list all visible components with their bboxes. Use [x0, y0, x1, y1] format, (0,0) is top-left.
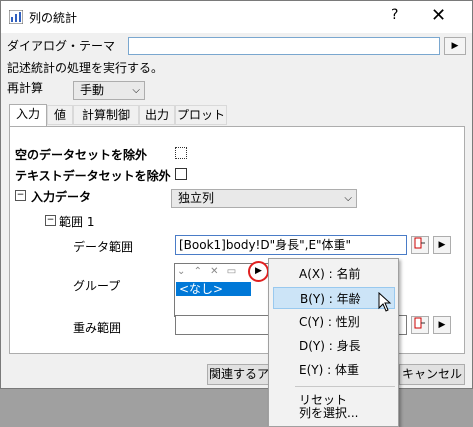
related-button[interactable]: 関連するア — [207, 364, 271, 385]
menu-item-col-c[interactable]: C(Y) : 性別 — [273, 311, 395, 333]
tab-output[interactable]: 出力 — [139, 105, 175, 125]
group-label: グループ — [73, 279, 121, 293]
app-icon — [8, 9, 24, 25]
data-range-menu-button[interactable]: ▶ — [433, 236, 451, 254]
theme-menu-button[interactable]: ▶ — [444, 37, 466, 55]
collapse-input-data-icon[interactable]: − — [15, 190, 26, 201]
window-title: 列の統計 — [29, 11, 78, 25]
close-button[interactable]: ✕ — [431, 5, 446, 26]
exclude-text-label: テキストデータセットを除外 — [15, 169, 171, 183]
tab-values[interactable]: 値 — [47, 105, 73, 125]
chevron-down-icon: ⌵ — [344, 193, 352, 204]
column-statistics-dialog: 列の統計 ? ✕ ダイアログ・テーマ ▶ 記述統計の処理を実行する。 再計算 手… — [0, 0, 473, 389]
triangle-right-icon: ▶ — [438, 320, 446, 330]
collapse-range-icon[interactable]: − — [45, 215, 56, 226]
triangle-right-icon: ▶ — [438, 240, 446, 250]
data-range-input[interactable]: [Book1]body!D"身長",E"体重" — [175, 235, 407, 255]
menu-item-col-e[interactable]: E(Y) : 体重 — [273, 359, 395, 381]
tab-values-label: 値 — [53, 108, 66, 122]
recalc-select[interactable]: 手動 ⌵ — [73, 81, 145, 100]
triangle-right-icon: ▶ — [255, 266, 262, 276]
tab-input[interactable]: 入力 — [9, 104, 47, 127]
tab-calc-control-label: 計算制御 — [81, 108, 130, 122]
tab-calc-control[interactable]: 計算制御 — [73, 105, 139, 125]
exclude-text-checkbox[interactable] — [175, 168, 187, 180]
range-select-icon — [414, 317, 426, 332]
exclude-empty-label: 空のデータセットを除外 — [15, 148, 148, 162]
weight-range-menu-button[interactable]: ▶ — [433, 316, 451, 334]
cancel-button[interactable]: キャンセル — [399, 364, 465, 385]
exclude-empty-checkbox[interactable] — [175, 147, 187, 159]
triangle-right-icon: ▶ — [451, 41, 459, 51]
recalc-label: 再計算 — [7, 81, 44, 95]
menu-item-col-b[interactable]: B(Y) : 年齢 — [273, 287, 395, 309]
menu-divider — [295, 386, 395, 387]
theme-label: ダイアログ・テーマ — [7, 39, 116, 53]
range-select-icon — [414, 237, 426, 252]
menu-item-select-column[interactable]: 列を選択... — [273, 402, 395, 424]
chevron-down-icon: ⌵ — [132, 85, 140, 96]
theme-input[interactable] — [128, 37, 440, 55]
help-button[interactable]: ? — [391, 7, 398, 23]
recalc-value: 手動 — [80, 83, 105, 97]
menu-item-col-d[interactable]: D(Y) : 身長 — [273, 335, 395, 357]
title-bar: 列の統計 ? ✕ — [1, 1, 472, 33]
input-data-label: 入力データ — [31, 190, 92, 204]
data-range-label: データ範囲 — [73, 240, 134, 254]
input-data-select[interactable]: 独立列 ⌵ — [171, 189, 357, 208]
range-label: 範囲 1 — [59, 215, 95, 229]
delete-icon[interactable]: ✕ — [210, 266, 218, 277]
menu-item-col-a[interactable]: A(X) : 名前 — [273, 263, 395, 285]
tab-plot[interactable]: プロット — [175, 105, 227, 125]
tab-input-label: 入力 — [15, 107, 40, 121]
move-up-icon[interactable]: ⌃ — [194, 266, 202, 277]
description-text: 記述統計の処理を実行する。 — [7, 61, 164, 75]
rectangle-icon[interactable]: ▭ — [227, 266, 236, 277]
column-context-menu: A(X) : 名前 B(Y) : 年齢 C(Y) : 性別 D(Y) : 身長 … — [268, 258, 399, 427]
select-range-button[interactable] — [411, 236, 429, 254]
group-menu-button[interactable]: ▶ — [248, 261, 269, 282]
tab-output-label: 出力 — [144, 108, 169, 122]
group-toolbar: ⌄ ⌃ ✕ ▭ — [177, 266, 236, 280]
group-list-item[interactable]: <なし> — [176, 282, 251, 296]
input-data-value: 独立列 — [178, 191, 215, 205]
move-down-icon[interactable]: ⌄ — [177, 266, 185, 277]
tab-plot-label: プロット — [176, 108, 225, 122]
mouse-cursor-icon — [378, 291, 392, 315]
select-weight-range-button[interactable] — [411, 316, 429, 334]
weight-range-label: 重み範囲 — [73, 321, 122, 335]
